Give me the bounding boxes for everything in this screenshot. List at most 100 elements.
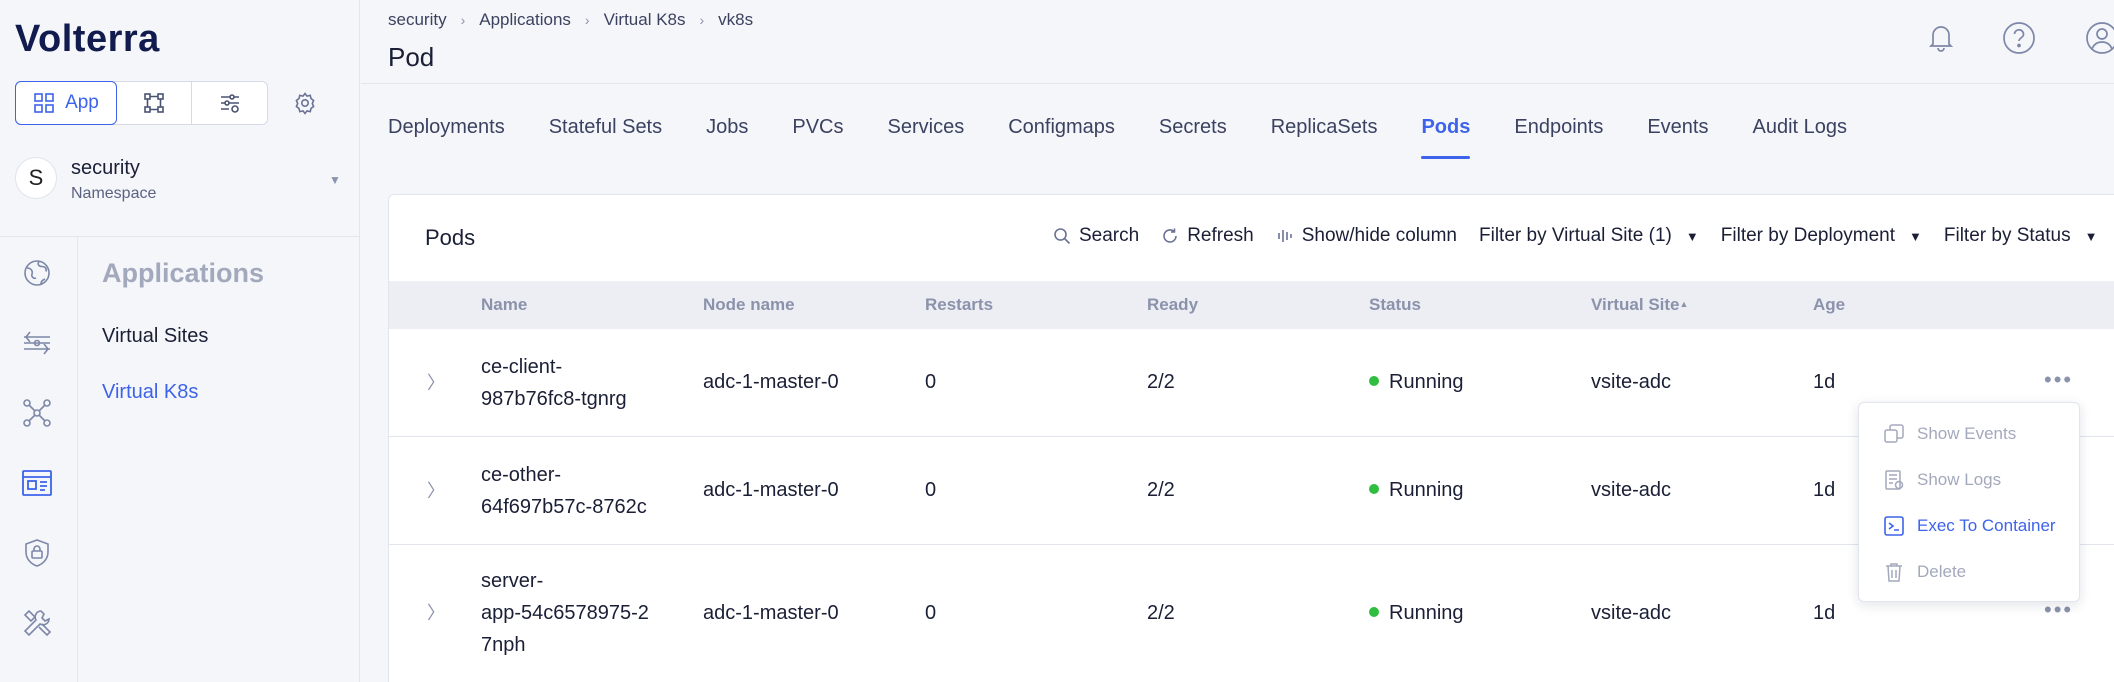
nav-section-title: Applications [102, 258, 265, 288]
status: Running [1369, 479, 1464, 502]
tab-events[interactable]: Events [1647, 116, 1708, 164]
status-dot [1369, 607, 1379, 617]
pods-card: Pods Search Refresh Show/hide column Fil… [388, 194, 2114, 682]
tab-deployments[interactable]: Deployments [388, 116, 505, 164]
restarts: 0 [925, 602, 937, 624]
filter-virtual-site-label: Filter by Virtual Site (1) [1479, 225, 1672, 246]
mode-settings-button[interactable] [192, 82, 267, 124]
sidebar-item-virtual-k8s[interactable]: Virtual K8s [102, 381, 198, 404]
search-icon [1053, 227, 1071, 245]
table-row[interactable]: 〉 ce-other- 64f697b57c-8762c adc-1-maste… [389, 437, 2114, 545]
search-button[interactable]: Search [1053, 225, 1139, 247]
chevron-right-icon[interactable]: 〉 [427, 369, 445, 395]
card-title: Pods [425, 225, 476, 250]
tools-icon[interactable] [18, 604, 56, 642]
resource-tabs: Deployments Stateful Sets Jobs PVCs Serv… [388, 116, 1891, 164]
dashboard-icon[interactable] [18, 464, 56, 502]
refresh-label: Refresh [1187, 225, 1254, 246]
pod-name: server- app-54c6578975-2 7nph [481, 565, 649, 661]
breadcrumb-item[interactable]: security [388, 10, 447, 30]
status-label: Running [1389, 602, 1464, 624]
chevron-right-icon: › [460, 12, 466, 28]
volterra-logo[interactable]: Volterra [15, 18, 160, 61]
columns-icon [1276, 227, 1294, 245]
node-name: adc-1-master-0 [703, 602, 839, 624]
table-header: Name Node name Restarts Ready Status Vir… [389, 281, 2114, 329]
events-icon [1883, 423, 1905, 445]
column-header-status[interactable]: Status [1369, 295, 1421, 315]
chevron-right-icon[interactable]: 〉 [427, 477, 445, 503]
chevron-right-icon[interactable]: 〉 [427, 599, 445, 625]
tab-audit-logs[interactable]: Audit Logs [1752, 116, 1847, 164]
filter-deployment-dropdown[interactable]: Filter by Deployment ▼ [1721, 225, 1922, 247]
topology-icon[interactable] [18, 394, 56, 432]
tab-endpoints[interactable]: Endpoints [1514, 116, 1603, 164]
gear-icon[interactable] [290, 88, 320, 118]
show-hide-column-label: Show/hide column [1301, 225, 1457, 246]
namespace-selector[interactable]: S security Namespace ▼ [15, 153, 345, 209]
column-header-name[interactable]: Name [481, 295, 527, 315]
filter-settings-icon [218, 91, 242, 115]
column-header-ready[interactable]: Ready [1147, 295, 1198, 315]
filter-deployment-label: Filter by Deployment [1720, 225, 1895, 246]
column-header-virtual-site-label: Virtual Site [1591, 295, 1680, 314]
mode-switcher: App [15, 81, 268, 125]
table-row[interactable]: 〉 ce-client- 987b76fc8-tgnrg adc-1-maste… [389, 329, 2114, 437]
status: Running [1369, 602, 1464, 625]
menu-item-show-logs[interactable]: Show Logs [1883, 469, 2001, 491]
chevron-right-icon: › [584, 12, 590, 28]
mode-app-label: App [65, 92, 99, 113]
tab-replicasets[interactable]: ReplicaSets [1271, 116, 1378, 164]
tab-configmaps[interactable]: Configmaps [1008, 116, 1115, 164]
mode-app-button[interactable]: App [15, 81, 117, 125]
more-actions-icon[interactable]: ••• [2044, 367, 2073, 393]
column-header-node-name[interactable]: Node name [703, 295, 795, 315]
tab-stateful-sets[interactable]: Stateful Sets [549, 116, 662, 164]
menu-item-label: Show Logs [1917, 470, 2002, 489]
virtual-site: vsite-adc [1591, 602, 1672, 624]
mode-infrastructure-button[interactable] [117, 82, 193, 124]
tab-services[interactable]: Services [888, 116, 965, 164]
node-name: adc-1-master-0 [703, 371, 839, 393]
sidebar-item-virtual-sites[interactable]: Virtual Sites [102, 325, 208, 348]
page-header: security › Applications › Virtual K8s › … [361, 0, 2114, 84]
age: 1d [1813, 479, 1836, 501]
node-name: adc-1-master-0 [703, 479, 839, 501]
bell-icon[interactable] [1924, 20, 1960, 56]
column-header-virtual-site[interactable]: Virtual Site▲ [1591, 295, 1688, 315]
ready: 2/2 [1147, 371, 1175, 393]
namespace-name: security [71, 157, 140, 179]
tab-secrets[interactable]: Secrets [1159, 116, 1227, 164]
filter-virtual-site-dropdown[interactable]: Filter by Virtual Site (1) ▼ [1479, 225, 1699, 247]
trash-icon [1883, 561, 1905, 583]
grid-icon [33, 92, 55, 114]
pod-name-line: 987b76fc8-tgnrg [481, 388, 627, 410]
restarts: 0 [925, 479, 937, 501]
globe-icon[interactable] [18, 254, 56, 292]
user-icon[interactable] [2084, 20, 2114, 56]
tab-jobs[interactable]: Jobs [706, 116, 748, 164]
refresh-button[interactable]: Refresh [1161, 225, 1254, 247]
menu-item-show-events[interactable]: Show Events [1883, 423, 2016, 445]
column-header-age[interactable]: Age [1813, 295, 1845, 315]
menu-item-exec-to-container[interactable]: Exec To Container [1883, 515, 2056, 537]
breadcrumb-item[interactable]: Applications [479, 10, 571, 30]
breadcrumb-item[interactable]: Virtual K8s [604, 10, 686, 30]
tab-pods[interactable]: Pods [1421, 116, 1470, 164]
network-flow-icon[interactable] [18, 324, 56, 362]
age: 1d [1813, 602, 1836, 624]
namespace-label: Namespace [71, 185, 157, 202]
table-row[interactable]: 〉 server- app-54c6578975-2 7nph adc-1-ma… [389, 545, 2114, 682]
filter-status-dropdown[interactable]: Filter by Status ▼ [1944, 225, 2098, 247]
virtual-site: vsite-adc [1591, 371, 1672, 393]
filter-status-label: Filter by Status [1943, 225, 2071, 246]
shield-lock-icon[interactable] [18, 534, 56, 572]
show-hide-column-button[interactable]: Show/hide column [1276, 225, 1457, 247]
terminal-icon [1883, 515, 1905, 537]
tab-pvcs[interactable]: PVCs [792, 116, 843, 164]
sidebar: Volterra App S security Namespace ▼ Appl… [0, 0, 360, 682]
help-icon[interactable] [2001, 20, 2037, 56]
breadcrumb-item[interactable]: vk8s [718, 10, 753, 30]
menu-item-delete[interactable]: Delete [1883, 561, 1966, 583]
column-header-restarts[interactable]: Restarts [925, 295, 993, 315]
